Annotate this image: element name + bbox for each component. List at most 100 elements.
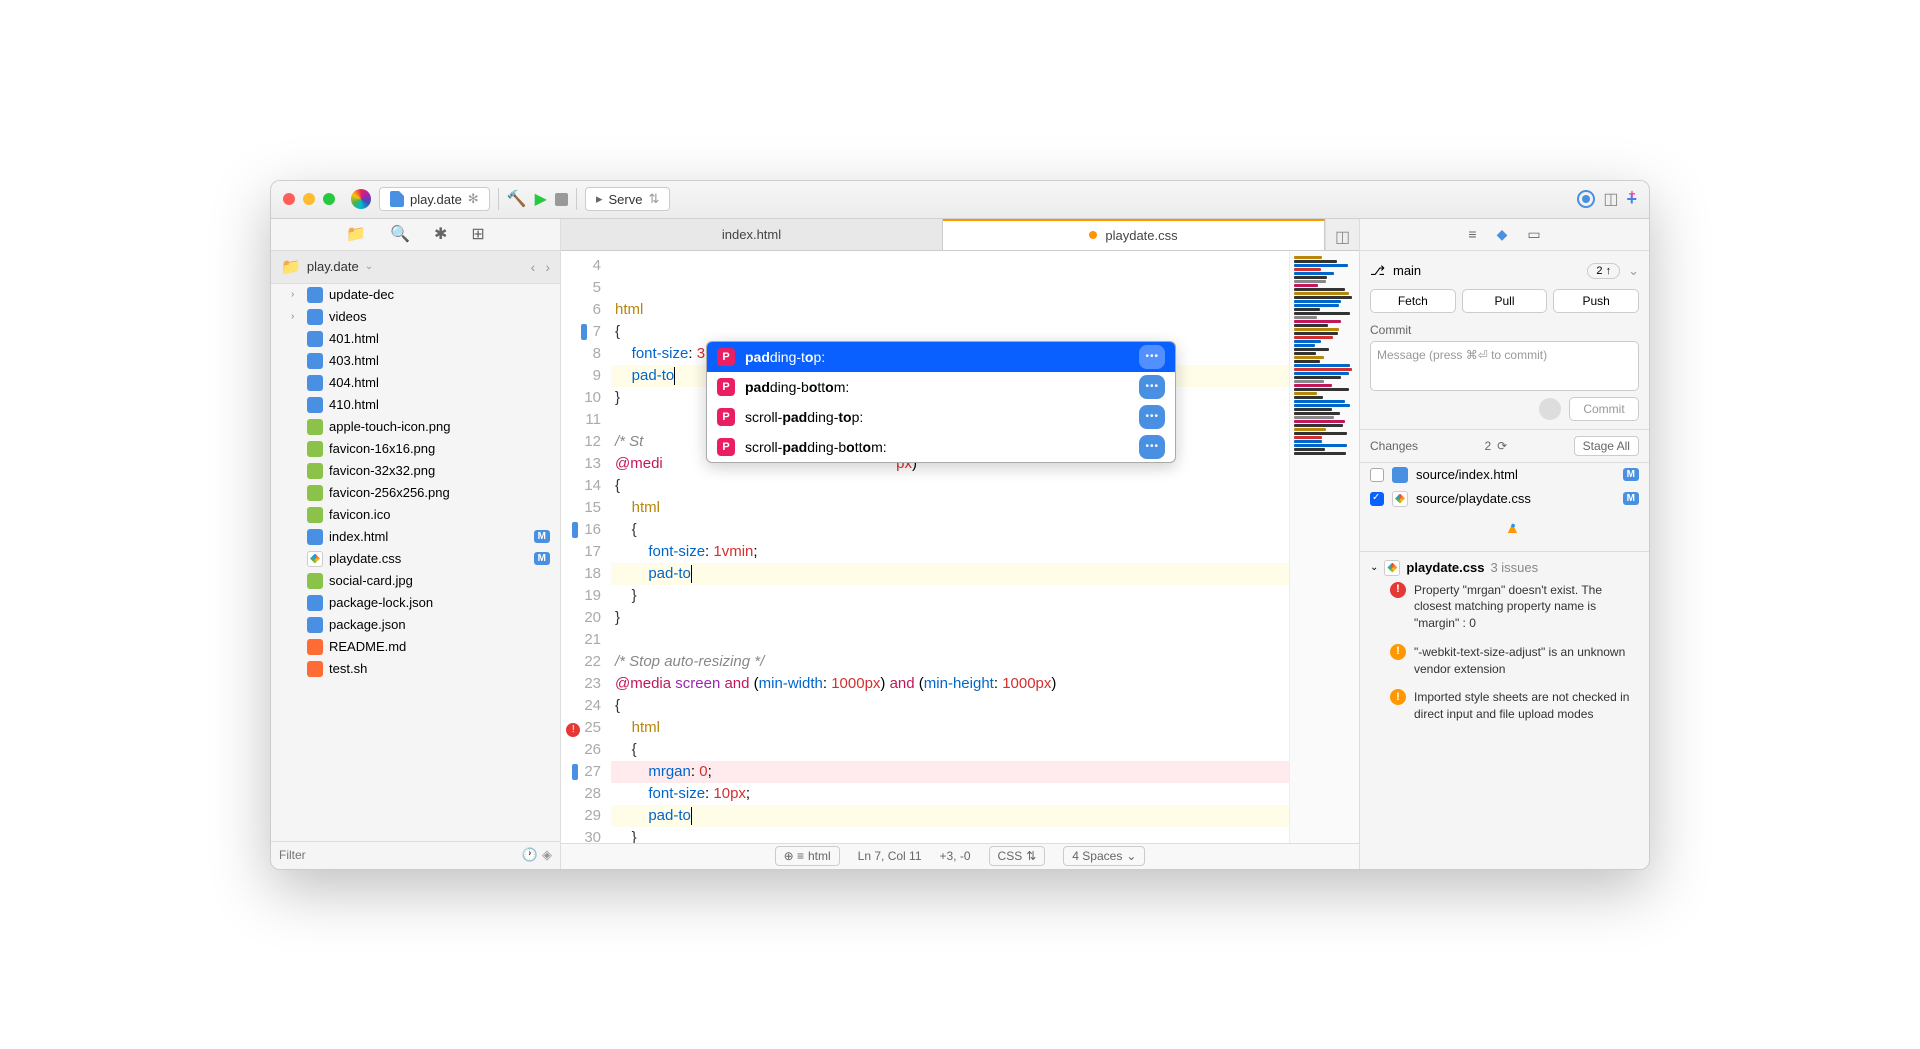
issues-panel: ⌄ playdate.css 3 issues !Property "mrgan… bbox=[1360, 551, 1649, 869]
file-favicon-32x32.png[interactable]: favicon-32x32.png bbox=[271, 460, 560, 482]
tab-playdate-css[interactable]: playdate.css bbox=[943, 219, 1325, 250]
titlebar: play.date ✻ 🔨 ▶ ▸ Serve ⇅ ◫ + bbox=[271, 181, 1649, 219]
file-favicon-16x16.png[interactable]: favicon-16x16.png bbox=[271, 438, 560, 460]
clock-icon[interactable]: 🕐 bbox=[522, 847, 538, 863]
changes-header: Changes 2 ⟳ Stage All bbox=[1360, 429, 1649, 463]
issues-header[interactable]: ⌄ playdate.css 3 issues bbox=[1370, 560, 1639, 576]
file-update-dec[interactable]: ›update-dec bbox=[271, 284, 560, 306]
issue-item[interactable]: !"-webkit-text-size-adjust" is an unknow… bbox=[1370, 638, 1639, 684]
issue-item[interactable]: !Imported style sheets are not checked i… bbox=[1370, 683, 1639, 729]
file-tree: ›update-dec›videos401.html403.html404.ht… bbox=[271, 284, 560, 841]
diff-stat: +3, -0 bbox=[940, 849, 971, 863]
commit-button[interactable]: Commit bbox=[1569, 397, 1639, 421]
language-picker[interactable]: CSS ⇅ bbox=[989, 846, 1046, 866]
chevron-down-icon: ⌄ bbox=[1628, 263, 1639, 279]
play-small-icon: ▸ bbox=[596, 191, 603, 207]
diamond-icon[interactable]: ◈ bbox=[542, 847, 552, 863]
file-test.sh[interactable]: test.sh bbox=[271, 658, 560, 680]
diamond-blue-icon[interactable]: ◆ bbox=[1497, 226, 1508, 243]
stop-button[interactable] bbox=[555, 193, 568, 206]
change-item[interactable]: source/playdate.cssM bbox=[1360, 487, 1649, 511]
sidebar-filter: 🕐 ◈ bbox=[271, 841, 560, 869]
add-icon[interactable]: + bbox=[1626, 189, 1637, 210]
fetch-button[interactable]: Fetch bbox=[1370, 289, 1456, 313]
grid-icon[interactable]: ⊞ bbox=[471, 224, 484, 244]
cursor-position[interactable]: Ln 7, Col 11 bbox=[858, 849, 922, 863]
run-button[interactable]: ▶ bbox=[535, 189, 547, 209]
nav-forward[interactable]: › bbox=[545, 259, 550, 275]
file-index.html[interactable]: index.htmlM bbox=[271, 526, 560, 548]
close-window[interactable] bbox=[283, 193, 295, 205]
avatar[interactable] bbox=[1539, 398, 1561, 420]
align-icon[interactable]: ≡ bbox=[1468, 226, 1476, 242]
warning-triangle-icon[interactable] bbox=[1496, 523, 1514, 539]
panel-toggle[interactable]: ◫ bbox=[1325, 219, 1359, 250]
folder-icon: 📁 bbox=[281, 257, 301, 277]
sidebar-toolbar: 📁 🔍 ✱ ⊞ bbox=[271, 219, 560, 251]
hammer-icon[interactable]: 🔨 bbox=[507, 189, 527, 209]
file-playdate.css[interactable]: playdate.cssM bbox=[271, 548, 560, 570]
chevron-down-icon: ⌄ bbox=[365, 261, 373, 272]
preview-icon[interactable] bbox=[1577, 190, 1595, 208]
sidebar-header[interactable]: 📁 play.date ⌄ ‹ › bbox=[271, 251, 560, 284]
file-apple-touch-icon.png[interactable]: apple-touch-icon.png bbox=[271, 416, 560, 438]
app-icon bbox=[351, 189, 371, 209]
file-videos[interactable]: ›videos bbox=[271, 306, 560, 328]
file-403.html[interactable]: 403.html bbox=[271, 350, 560, 372]
css-file-icon bbox=[1384, 560, 1400, 576]
file-favicon-256x256.png[interactable]: favicon-256x256.png bbox=[271, 482, 560, 504]
checkbox[interactable] bbox=[1370, 492, 1384, 506]
serve-button[interactable]: ▸ Serve ⇅ bbox=[585, 187, 670, 211]
file-package.json[interactable]: package.json bbox=[271, 614, 560, 636]
commit-message[interactable]: Message (press ⌘⏎ to commit) bbox=[1370, 341, 1639, 391]
file-404.html[interactable]: 404.html bbox=[271, 372, 560, 394]
ahead-count: 2 ↑ bbox=[1587, 263, 1620, 279]
push-button[interactable]: Push bbox=[1553, 289, 1639, 313]
file-410.html[interactable]: 410.html bbox=[271, 394, 560, 416]
checkbox[interactable] bbox=[1370, 468, 1384, 482]
project-tab[interactable]: play.date ✻ bbox=[379, 187, 490, 211]
file-package-lock.json[interactable]: package-lock.json bbox=[271, 592, 560, 614]
refresh-icon[interactable]: ⟳ bbox=[1497, 439, 1507, 453]
tab-index-html[interactable]: index.html bbox=[561, 219, 943, 250]
autocomplete-item[interactable]: Pscroll-padding-top:••• bbox=[707, 402, 1175, 432]
gear-icon[interactable]: ✻ bbox=[468, 191, 479, 207]
autocomplete-popup[interactable]: Ppadding-top:•••Ppadding-bottom:•••Pscro… bbox=[706, 341, 1176, 463]
file-401.html[interactable]: 401.html bbox=[271, 328, 560, 350]
panel-icon[interactable]: ◫ bbox=[1603, 189, 1618, 209]
minimize-window[interactable] bbox=[303, 193, 315, 205]
star-icon[interactable]: ✱ bbox=[434, 224, 447, 244]
branch-row[interactable]: ⎇ main 2 ↑ ⌄ bbox=[1370, 259, 1639, 283]
right-panel: ≡ ◆ ▭ ⎇ main 2 ↑ ⌄ Fetch Pull Push Commi… bbox=[1359, 219, 1649, 869]
maximize-window[interactable] bbox=[323, 193, 335, 205]
stage-all-button[interactable]: Stage All bbox=[1574, 436, 1639, 456]
terminal-icon[interactable]: ▭ bbox=[1527, 226, 1540, 243]
minimap[interactable] bbox=[1289, 251, 1359, 843]
search-icon[interactable]: 🔍 bbox=[390, 224, 410, 244]
issue-item[interactable]: !Property "mrgan" doesn't exist. The clo… bbox=[1370, 576, 1639, 638]
filter-input[interactable] bbox=[279, 848, 522, 862]
autocomplete-item[interactable]: Pscroll-padding-bottom:••• bbox=[707, 432, 1175, 462]
statusbar: ⊕ ≡ html Ln 7, Col 11 +3, -0 CSS ⇅ 4 Spa… bbox=[561, 843, 1359, 869]
editor-tabs: index.html playdate.css ◫ bbox=[561, 219, 1359, 251]
file-social-card.jpg[interactable]: social-card.jpg bbox=[271, 570, 560, 592]
file-README.md[interactable]: README.md bbox=[271, 636, 560, 658]
file-favicon.ico[interactable]: favicon.ico bbox=[271, 504, 560, 526]
pull-button[interactable]: Pull bbox=[1462, 289, 1548, 313]
symbol-path[interactable]: ⊕ ≡ html bbox=[775, 846, 840, 866]
nav-back[interactable]: ‹ bbox=[531, 259, 536, 275]
project-name: play.date bbox=[410, 192, 462, 207]
autocomplete-item[interactable]: Ppadding-top:••• bbox=[707, 342, 1175, 372]
files-icon[interactable]: 📁 bbox=[346, 224, 366, 244]
branch-icon: ⎇ bbox=[1370, 263, 1385, 279]
chevron-updown-icon: ⇅ bbox=[648, 191, 659, 207]
commit-label: Commit bbox=[1370, 323, 1639, 337]
modified-dot-icon bbox=[1089, 231, 1097, 239]
file-sidebar: 📁 🔍 ✱ ⊞ 📁 play.date ⌄ ‹ › ›update-dec›vi… bbox=[271, 219, 561, 869]
autocomplete-item[interactable]: Ppadding-bottom:••• bbox=[707, 372, 1175, 402]
indent-picker[interactable]: 4 Spaces ⌄ bbox=[1063, 846, 1145, 866]
code-editor[interactable]: 456789101112131415161718192021222324!252… bbox=[561, 251, 1289, 843]
document-icon bbox=[390, 191, 404, 207]
change-item[interactable]: source/index.htmlM bbox=[1360, 463, 1649, 487]
chevron-down-icon: ⌄ bbox=[1370, 562, 1378, 573]
